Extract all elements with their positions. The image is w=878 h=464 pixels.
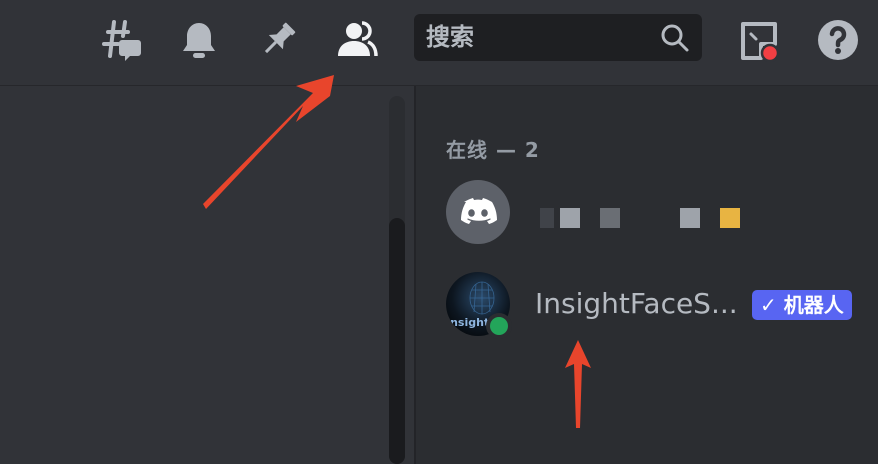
search-input[interactable]: 搜索 xyxy=(414,14,702,61)
channel-toolbar: 搜索 xyxy=(0,0,878,86)
bell-icon[interactable] xyxy=(177,18,221,62)
search-placeholder: 搜索 xyxy=(426,23,474,51)
blurred-block xyxy=(680,208,700,228)
pin-icon[interactable] xyxy=(256,18,300,62)
discord-logo-icon xyxy=(461,198,497,224)
search-icon xyxy=(660,23,690,53)
blurred-block xyxy=(600,208,620,228)
members-icon[interactable] xyxy=(335,18,379,62)
help-icon[interactable] xyxy=(816,18,860,62)
blurred-block xyxy=(720,208,740,228)
online-status-icon xyxy=(486,313,512,339)
member-avatar[interactable] xyxy=(446,180,510,244)
threads-icon[interactable] xyxy=(98,18,142,62)
blurred-block xyxy=(560,208,580,228)
bot-tag: ✓ 机器人 xyxy=(752,290,852,320)
online-section-header: 在线 — 2 xyxy=(446,138,540,162)
chat-area xyxy=(0,86,414,464)
scrollbar-thumb[interactable] xyxy=(389,218,405,464)
blurred-block xyxy=(540,208,554,228)
avatar-label: Insight xyxy=(446,316,490,329)
inbox-icon[interactable] xyxy=(737,18,781,62)
member-name[interactable]: InsightFaceS... xyxy=(535,288,735,320)
